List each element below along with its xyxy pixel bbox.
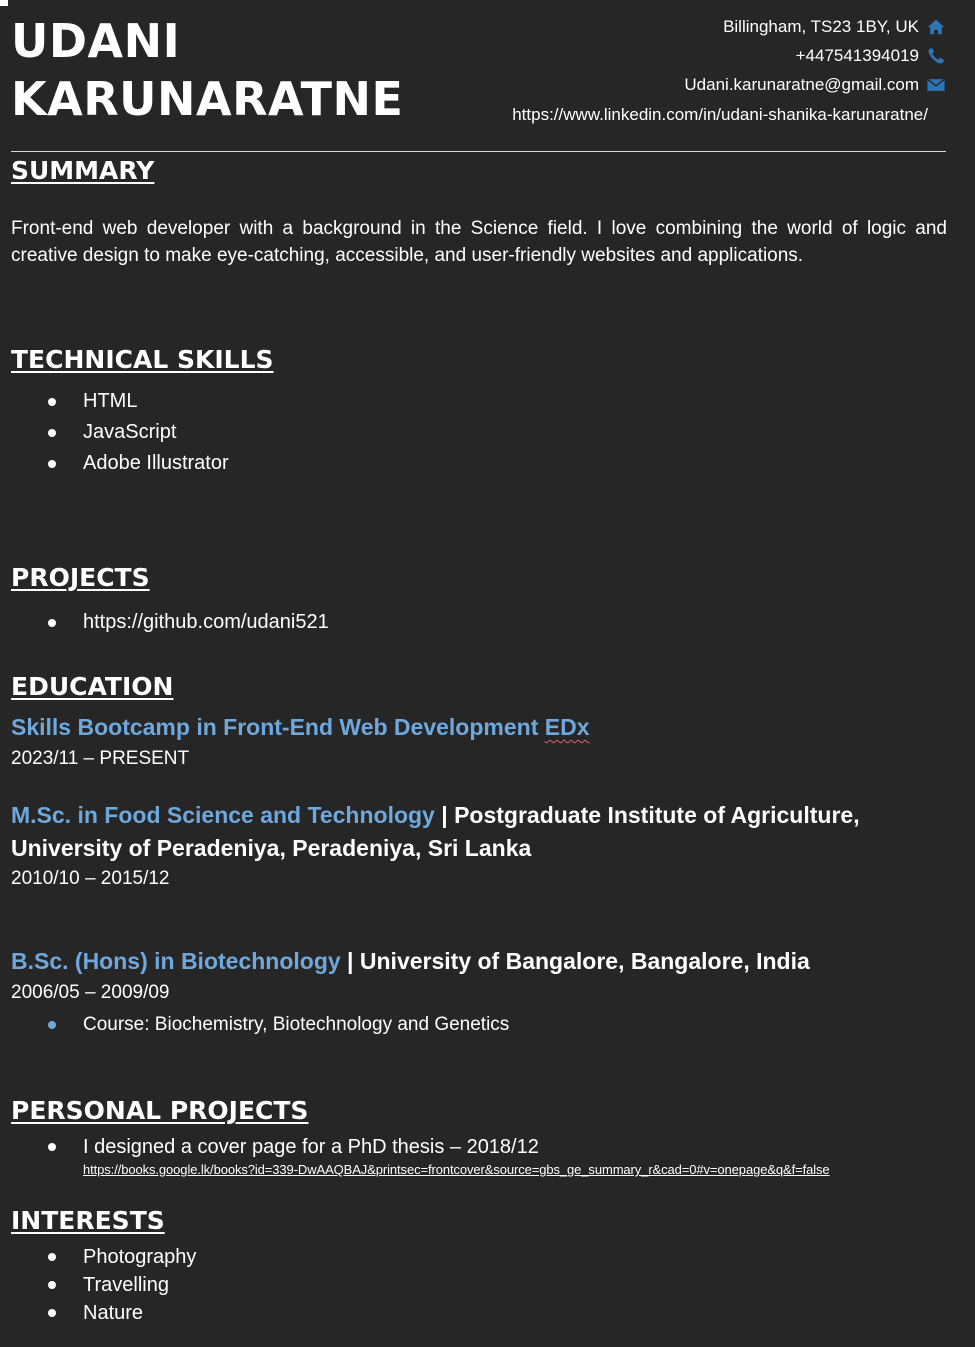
corner-mark bbox=[0, 0, 8, 6]
institution-name: University of Bangalore, Bangalore, Indi… bbox=[359, 948, 810, 974]
technical-skills-heading: TECHNICAL SKILLS bbox=[11, 345, 274, 374]
bullet-icon bbox=[48, 1021, 56, 1029]
home-icon bbox=[927, 19, 945, 34]
email-link[interactable]: Udani.karunaratne@gmail.com bbox=[684, 70, 919, 99]
education-entry-3-title: B.Sc. (Hons) in Biotechnology | Universi… bbox=[11, 948, 810, 975]
list-item: https://github.com/udani521 bbox=[11, 607, 329, 638]
list-item: Photography bbox=[11, 1243, 196, 1271]
interests-heading: INTERESTS bbox=[11, 1206, 165, 1235]
provider-name: EDx bbox=[544, 714, 590, 740]
header-divider bbox=[11, 151, 946, 152]
phone-icon bbox=[928, 47, 944, 63]
contact-block: Billingham, TS23 1BY, UK +447541394019 U… bbox=[512, 12, 945, 131]
candidate-name: UDANI KARUNARATNE bbox=[11, 12, 403, 128]
institution-name: Postgraduate Institute of Agriculture, bbox=[454, 802, 860, 828]
education-entry-3-dates: 2006/05 – 2009/09 bbox=[11, 982, 170, 1003]
bullet-icon bbox=[48, 428, 56, 437]
bullet-icon bbox=[48, 1309, 56, 1317]
linkedin-link[interactable]: https://www.linkedin.com/in/udani-shanik… bbox=[512, 99, 928, 131]
summary-heading: SUMMARY bbox=[11, 156, 155, 185]
location-text: Billingham, TS23 1BY, UK bbox=[723, 17, 919, 36]
resume-page: UDANI KARUNARATNE Billingham, TS23 1BY, … bbox=[0, 0, 975, 1347]
degree-name: M.Sc. in Food Science and Technology bbox=[11, 802, 435, 828]
list-item: Nature bbox=[11, 1299, 196, 1327]
separator: | bbox=[434, 802, 455, 828]
education-course-list: Course: Biochemistry, Biotechnology and … bbox=[11, 1010, 509, 1040]
bullet-icon bbox=[48, 618, 56, 627]
education-heading: EDUCATION bbox=[11, 672, 174, 701]
personal-projects-list: I designed a cover page for a PhD thesis… bbox=[11, 1133, 539, 1161]
envelope-icon bbox=[927, 78, 945, 91]
summary-text: Front-end web developer with a backgroun… bbox=[11, 218, 947, 266]
list-item: Course: Biochemistry, Biotechnology and … bbox=[11, 1010, 509, 1040]
education-entry-1-dates: 2023/11 – PRESENT bbox=[11, 748, 190, 769]
projects-list: https://github.com/udani521 bbox=[11, 607, 329, 638]
list-item: JavaScript bbox=[11, 417, 229, 448]
first-name: UDANI bbox=[11, 14, 181, 68]
github-link[interactable]: https://github.com/udani521 bbox=[83, 611, 329, 633]
contact-linkedin: https://www.linkedin.com/in/udani-shanik… bbox=[512, 99, 928, 131]
contact-phone: +447541394019 bbox=[512, 41, 945, 70]
last-name: KARUNARATNE bbox=[11, 72, 404, 126]
list-item: HTML bbox=[11, 386, 229, 417]
contact-location: Billingham, TS23 1BY, UK bbox=[512, 12, 945, 41]
bullet-icon bbox=[48, 1253, 56, 1261]
education-entry-2-title: M.Sc. in Food Science and Technology | P… bbox=[11, 802, 860, 829]
education-entry-2-dates: 2010/10 – 2015/12 bbox=[11, 868, 170, 889]
degree-name: B.Sc. (Hons) in Biotechnology bbox=[11, 948, 341, 974]
phone-text: +447541394019 bbox=[795, 46, 919, 65]
education-entry-2-institution: University of Peradeniya, Peradeniya, Sr… bbox=[11, 835, 532, 861]
personal-projects-heading: PERSONAL PROJECTS bbox=[11, 1096, 309, 1125]
bullet-icon bbox=[48, 397, 56, 406]
projects-heading: PROJECTS bbox=[11, 563, 150, 592]
bullet-icon bbox=[48, 459, 56, 468]
separator: | bbox=[340, 948, 360, 974]
technical-skills-list: HTML JavaScript Adobe Illustrator bbox=[11, 386, 229, 479]
contact-email: Udani.karunaratne@gmail.com bbox=[512, 70, 945, 99]
education-entry-1-title: Skills Bootcamp in Front-End Web Develop… bbox=[11, 714, 590, 741]
degree-name: Skills Bootcamp in Front-End Web Develop… bbox=[11, 714, 545, 740]
list-item: Adobe Illustrator bbox=[11, 448, 229, 479]
interests-list: Photography Travelling Nature bbox=[11, 1243, 196, 1327]
list-item: Travelling bbox=[11, 1271, 196, 1299]
bullet-icon bbox=[48, 1281, 56, 1289]
list-item: I designed a cover page for a PhD thesis… bbox=[11, 1133, 539, 1161]
bullet-icon bbox=[48, 1143, 56, 1151]
google-books-link[interactable]: https://books.google.lk/books?id=339-DwA… bbox=[83, 1162, 830, 1177]
